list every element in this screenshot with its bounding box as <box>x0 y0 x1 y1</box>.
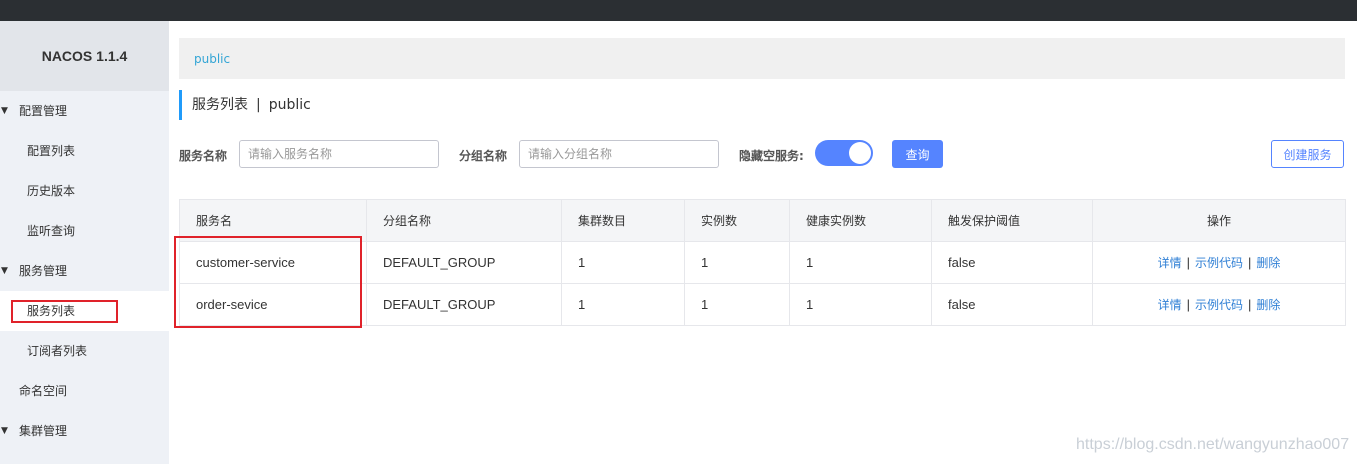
detail-link[interactable]: 详情 <box>1158 298 1182 312</box>
sidebar-item-label: 命名空间 <box>19 384 68 398</box>
sidebar-item-label: 服务管理 <box>19 264 68 278</box>
healthy-count-cell: 1 <box>789 241 932 284</box>
sidebar-item-subscriber-list[interactable]: 订阅者列表 <box>0 331 169 371</box>
page-title-namespace: public <box>268 97 311 113</box>
highlight-box <box>11 300 118 323</box>
title-separator: | <box>256 97 261 113</box>
sidebar-menu: ▼ 配置管理 配置列表 历史版本 监听查询 ▼ 服务管理 服务列表 订阅者列表 … <box>0 91 169 451</box>
actions-cell: 详情 | 示例代码 | 删除 <box>1092 241 1346 284</box>
sidebar-item-history[interactable]: 历史版本 <box>0 171 169 211</box>
sidebar-item-service-list[interactable]: 服务列表 <box>0 291 169 331</box>
column-header: 触发保护阈值 <box>931 199 1093 242</box>
cluster-count-cell: 1 <box>561 283 685 326</box>
page-title: 服务列表 | public <box>179 90 311 120</box>
service-table-wrapper: 服务名 分组名称 集群数目 实例数 健康实例数 触发保护阈值 操作 custom… <box>174 199 1346 328</box>
group-cell: DEFAULT_GROUP <box>366 283 562 326</box>
instance-count-cell: 1 <box>684 241 790 284</box>
sidebar-item-service-management[interactable]: ▼ 服务管理 <box>0 251 169 291</box>
namespace-bar: public <box>179 38 1345 79</box>
table-header-row: 服务名 分组名称 集群数目 实例数 健康实例数 触发保护阈值 操作 <box>179 199 1346 242</box>
sidebar-item-namespace[interactable]: 命名空间 <box>0 371 169 411</box>
page-title-text: 服务列表 <box>192 97 248 113</box>
watermark: https://blog.csdn.net/wangyunzhao007 <box>1076 436 1350 453</box>
column-header: 实例数 <box>684 199 790 242</box>
action-separator: | <box>1186 255 1190 270</box>
threshold-cell: false <box>931 283 1093 326</box>
delete-link[interactable]: 删除 <box>1256 256 1280 270</box>
instance-count-cell: 1 <box>684 283 790 326</box>
caret-down-icon: ▼ <box>1 106 8 116</box>
sidebar-item-cluster-management[interactable]: ▼ 集群管理 <box>0 411 169 451</box>
delete-link[interactable]: 删除 <box>1256 298 1280 312</box>
table-row: customer-service DEFAULT_GROUP 1 1 1 fal… <box>179 241 1346 284</box>
service-name-input[interactable] <box>239 140 439 168</box>
sidebar-item-listener-query[interactable]: 监听查询 <box>0 211 169 251</box>
service-name-cell: customer-service <box>179 241 367 284</box>
sidebar-item-label: 订阅者列表 <box>27 344 88 358</box>
hide-empty-toggle[interactable] <box>815 140 873 166</box>
group-name-label: 分组名称 <box>459 149 508 163</box>
table-row: order-sevice DEFAULT_GROUP 1 1 1 false 详… <box>179 283 1346 326</box>
caret-down-icon: ▼ <box>1 266 8 276</box>
service-name-label: 服务名称 <box>179 149 228 163</box>
app-logo: NACOS 1.1.4 <box>0 21 169 91</box>
create-service-button[interactable]: 创建服务 <box>1271 140 1344 168</box>
toggle-knob <box>849 142 871 164</box>
column-header: 服务名 <box>179 199 367 242</box>
query-button[interactable]: 查询 <box>892 140 943 168</box>
app-title: NACOS 1.1.4 <box>41 48 128 64</box>
threshold-cell: false <box>931 241 1093 284</box>
service-table: 服务名 分组名称 集群数目 实例数 健康实例数 触发保护阈值 操作 custom… <box>179 199 1346 326</box>
sidebar-item-config-management[interactable]: ▼ 配置管理 <box>0 91 169 131</box>
sidebar: NACOS 1.1.4 ▼ 配置管理 配置列表 历史版本 监听查询 ▼ 服务管理… <box>0 21 169 464</box>
actions-cell: 详情 | 示例代码 | 删除 <box>1092 283 1346 326</box>
sample-code-link[interactable]: 示例代码 <box>1195 298 1243 312</box>
sidebar-item-label: 集群管理 <box>19 424 68 438</box>
column-header: 分组名称 <box>366 199 562 242</box>
sidebar-item-config-list[interactable]: 配置列表 <box>0 131 169 171</box>
column-header: 操作 <box>1092 199 1346 242</box>
detail-link[interactable]: 详情 <box>1158 256 1182 270</box>
hide-empty-label: 隐藏空服务: <box>739 149 804 163</box>
sidebar-item-label: 配置列表 <box>27 144 76 158</box>
action-separator: | <box>1248 255 1252 270</box>
main-content: public 服务列表 | public 服务名称 分组名称 隐藏空服务: 查询 创… <box>169 21 1357 464</box>
action-separator: | <box>1186 297 1190 312</box>
caret-down-icon: ▼ <box>1 426 8 436</box>
cluster-count-cell: 1 <box>561 241 685 284</box>
sidebar-item-label: 历史版本 <box>27 184 76 198</box>
sample-code-link[interactable]: 示例代码 <box>1195 256 1243 270</box>
column-header: 健康实例数 <box>789 199 932 242</box>
search-form: 服务名称 分组名称 隐藏空服务: 查询 创建服务 <box>179 140 1345 168</box>
action-separator: | <box>1248 297 1252 312</box>
sidebar-item-label: 监听查询 <box>27 224 76 238</box>
group-name-input[interactable] <box>519 140 719 168</box>
sidebar-item-label: 配置管理 <box>19 104 68 118</box>
healthy-count-cell: 1 <box>789 283 932 326</box>
top-bar <box>0 0 1357 21</box>
group-cell: DEFAULT_GROUP <box>366 241 562 284</box>
column-header: 集群数目 <box>561 199 685 242</box>
service-name-cell: order-sevice <box>179 283 367 326</box>
namespace-link[interactable]: public <box>194 52 230 66</box>
